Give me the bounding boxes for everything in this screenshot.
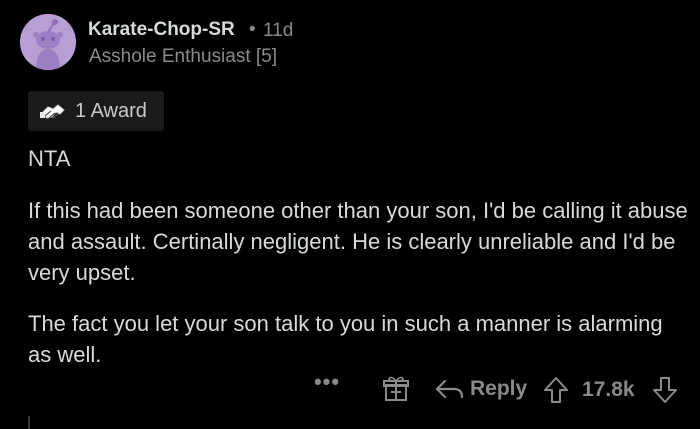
separator-dot: • bbox=[249, 19, 256, 40]
comment-paragraph: If this had been someone other than your… bbox=[28, 198, 688, 285]
comment: Karate-Chop-SR • 11d Asshole Enthusiast … bbox=[0, 0, 700, 429]
user-flair: Asshole Enthusiast [5] bbox=[89, 46, 277, 67]
comment-paragraph: The fact you let your son talk to you in… bbox=[28, 311, 663, 367]
username[interactable]: Karate-Chop-SR bbox=[88, 19, 235, 41]
vote-score: 17.8k bbox=[582, 378, 635, 401]
award-label: 1 Award bbox=[75, 100, 147, 122]
snoo-avatar-icon bbox=[20, 14, 76, 70]
timestamp[interactable]: 11d bbox=[263, 20, 293, 42]
comment-paragraph: NTA bbox=[28, 146, 71, 171]
user-avatar[interactable] bbox=[20, 14, 76, 70]
reply-button[interactable]: Reply bbox=[434, 374, 527, 404]
award-badge[interactable]: 1 Award bbox=[28, 91, 164, 131]
reply-arrow-icon bbox=[435, 379, 464, 399]
more-options-button[interactable]: ••• bbox=[312, 371, 342, 402]
downvote-arrow-icon[interactable] bbox=[652, 376, 678, 404]
helping-hand-award-icon bbox=[40, 104, 65, 119]
gift-icon[interactable] bbox=[382, 375, 410, 403]
thread-line[interactable] bbox=[28, 416, 30, 429]
upvote-arrow-icon[interactable] bbox=[543, 376, 569, 404]
reply-label: Reply bbox=[470, 377, 528, 400]
